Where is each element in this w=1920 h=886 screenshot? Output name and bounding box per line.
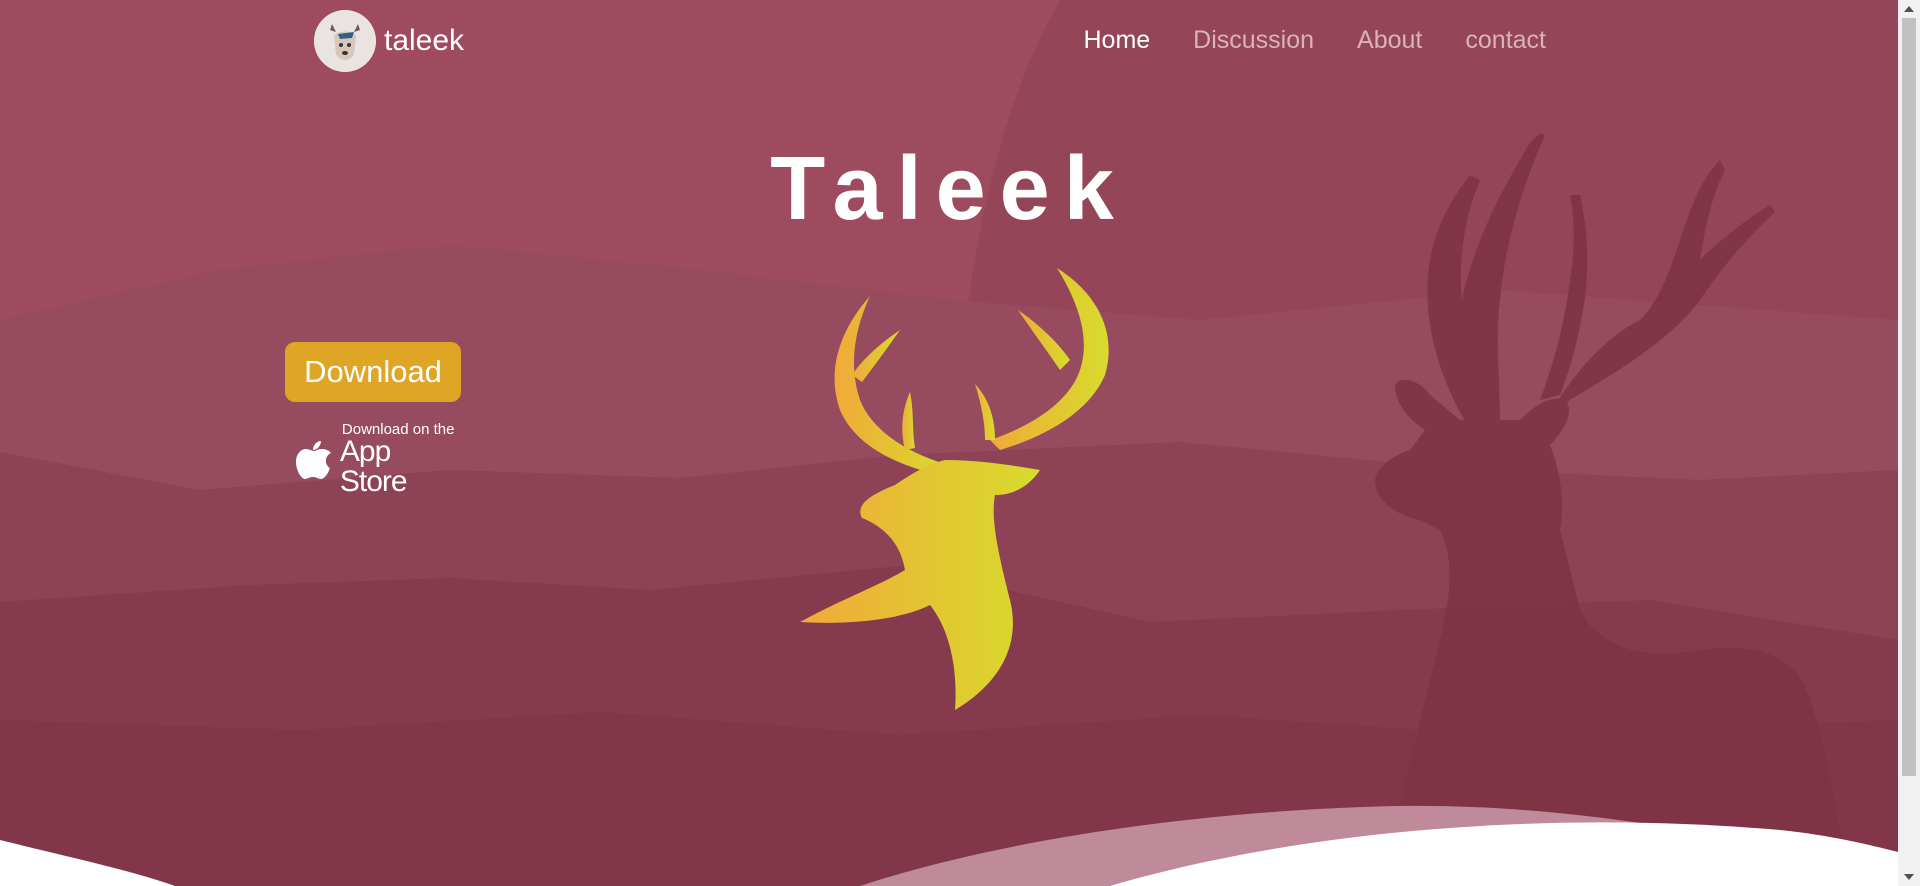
hero-background	[0, 0, 1898, 886]
top-navbar: taleek Home Discussion About contact	[0, 0, 1898, 86]
deer-cartoon-logo-icon	[314, 10, 376, 72]
scroll-down-arrow-icon[interactable]	[1904, 874, 1914, 880]
vertical-scrollbar[interactable]	[1898, 0, 1920, 886]
scroll-up-arrow-icon[interactable]	[1904, 6, 1914, 12]
brand-name: taleek	[384, 24, 465, 57]
app-store-text: Download on the App Store	[340, 422, 464, 497]
hero-title: Taleek	[770, 139, 1128, 239]
nav-contact-link[interactable]: contact	[1465, 26, 1546, 55]
download-button[interactable]: Download	[285, 342, 461, 402]
brand-link[interactable]: taleek	[314, 10, 464, 72]
scrollbar-thumb[interactable]	[1902, 18, 1916, 776]
nav-discussion-link[interactable]: Discussion	[1193, 26, 1314, 55]
nav-home-link[interactable]: Home	[1083, 26, 1150, 55]
app-store-badge[interactable]: Download on the App Store	[294, 422, 464, 496]
apple-icon	[295, 441, 331, 479]
app-store-big-text: App Store	[339, 434, 408, 498]
nav-about-link[interactable]: About	[1357, 26, 1422, 55]
main-menu: Home Discussion About contact	[1083, 26, 1546, 55]
